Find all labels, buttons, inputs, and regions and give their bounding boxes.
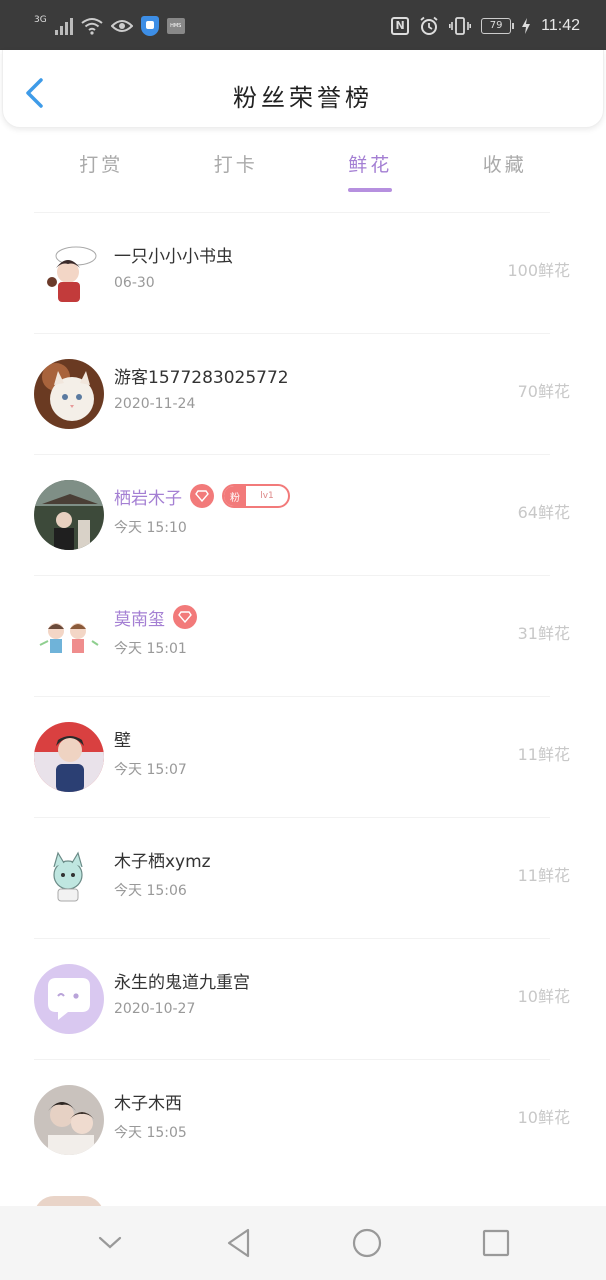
status-right: N 79 11:42: [391, 14, 580, 38]
clock: 11:42: [541, 17, 580, 34]
fan-badge-label: 粉: [224, 486, 246, 506]
tab-favorites[interactable]: 收藏: [438, 140, 573, 200]
date: 今天 15:05: [114, 1125, 187, 1141]
eye-icon: [110, 20, 133, 32]
avatar[interactable]: [34, 480, 104, 550]
signal-icon: [54, 17, 73, 35]
system-nav-bar: [0, 1206, 606, 1280]
network-type: 3G: [34, 15, 47, 25]
date: 2020-10-27: [114, 1001, 196, 1017]
name-line: 永生的鬼道九重宫: [114, 967, 250, 993]
fan-ranking-list: 一只小小小书虫 06-30 100鲜花 游客1577283025772 2020…: [0, 212, 606, 1180]
alarm-icon: [420, 16, 438, 35]
flower-count: 10鲜花: [517, 1108, 570, 1127]
back-triangle-icon: [227, 1228, 249, 1258]
status-bar: 3G HMS N 79 11:42: [0, 0, 606, 50]
list-item[interactable]: 木子栖xymz 今天 15:06 11鲜花: [34, 817, 570, 938]
home-circle-icon: [353, 1228, 382, 1258]
charging-icon: [522, 18, 531, 34]
user-name[interactable]: 木子木西: [114, 1089, 182, 1114]
user-name[interactable]: 永生的鬼道九重宫: [114, 968, 250, 993]
avatar[interactable]: [34, 722, 104, 792]
vibrate-icon: [449, 17, 472, 35]
flower-count: 100鲜花: [507, 261, 570, 280]
recents-square-icon: [482, 1229, 509, 1257]
battery-icon: 79: [481, 18, 515, 34]
diamond-badge-icon: [190, 484, 214, 508]
date: 今天 15:01: [114, 641, 187, 657]
name-line: 游客1577283025772: [114, 362, 289, 388]
name-line: 壁: [114, 725, 131, 751]
name-line: 木子木西: [114, 1088, 182, 1114]
flower-count: 10鲜花: [517, 987, 570, 1006]
name-line: 莫南玺: [114, 604, 197, 630]
list-item[interactable]: 莫南玺 今天 15:01 31鲜花: [34, 575, 570, 696]
flower-count: 31鲜花: [517, 624, 570, 643]
user-name[interactable]: 栖岩木子: [114, 484, 182, 509]
list-item[interactable]: 永生的鬼道九重宫 2020-10-27 10鲜花: [34, 938, 570, 1059]
fan-level-badge: 粉 lv1: [222, 484, 290, 508]
name-line: 一只小小小书虫: [114, 241, 233, 267]
collapse-button[interactable]: [90, 1223, 130, 1263]
flower-count: 11鲜花: [517, 745, 570, 764]
tab-bar: 打赏 打卡 鲜花 收藏: [34, 140, 572, 200]
user-name[interactable]: 莫南玺: [114, 605, 165, 630]
chevron-down-icon: [99, 1236, 122, 1249]
diamond-badge-icon: [173, 605, 197, 629]
avatar[interactable]: [34, 843, 104, 913]
wifi-icon: [81, 18, 103, 35]
user-name[interactable]: 木子栖xymz: [114, 847, 211, 872]
shield-icon: [140, 16, 159, 36]
tab-flowers[interactable]: 鲜花: [303, 140, 438, 200]
date: 今天 15:10: [114, 520, 187, 536]
avatar[interactable]: [34, 359, 104, 429]
hms-icon: HMS: [166, 18, 185, 34]
name-line: 木子栖xymz: [114, 846, 211, 872]
avatar[interactable]: [34, 964, 104, 1034]
date: 06-30: [114, 275, 155, 291]
date: 今天 15:06: [114, 883, 187, 899]
list-item[interactable]: 栖岩木子 粉 lv1 今天 15:10 64鲜花: [34, 454, 570, 575]
tab-reward[interactable]: 打赏: [34, 140, 169, 200]
avatar[interactable]: [34, 1085, 104, 1155]
date: 今天 15:07: [114, 762, 187, 778]
avatar[interactable]: [34, 238, 104, 308]
nav-recents-button[interactable]: [476, 1223, 516, 1263]
user-name[interactable]: 壁: [114, 726, 131, 751]
flower-count: 70鲜花: [517, 382, 570, 401]
list-item[interactable]: 游客1577283025772 2020-11-24 70鲜花: [34, 333, 570, 454]
date: 2020-11-24: [114, 396, 196, 412]
nfc-icon: N: [391, 17, 410, 35]
flower-count: 11鲜花: [517, 866, 570, 885]
fan-badge-level: lv1: [260, 491, 274, 501]
name-line: 栖岩木子 粉 lv1: [114, 483, 290, 509]
tab-checkin[interactable]: 打卡: [169, 140, 304, 200]
nav-home-button[interactable]: [347, 1223, 387, 1263]
page-title: 粉丝荣誉榜: [233, 84, 373, 112]
list-item[interactable]: 木子木西 今天 15:05 10鲜花: [34, 1059, 570, 1180]
avatar[interactable]: [34, 601, 104, 671]
nav-back-button[interactable]: [219, 1223, 259, 1263]
header: 粉丝荣誉榜: [2, 50, 604, 128]
list-item[interactable]: 一只小小小书虫 06-30 100鲜花: [34, 212, 570, 333]
flower-count: 64鲜花: [517, 503, 570, 522]
list-item[interactable]: 壁 今天 15:07 11鲜花: [34, 696, 570, 817]
user-name[interactable]: 一只小小小书虫: [114, 242, 233, 267]
status-left: 3G HMS: [34, 14, 185, 38]
user-name[interactable]: 游客1577283025772: [114, 363, 289, 388]
